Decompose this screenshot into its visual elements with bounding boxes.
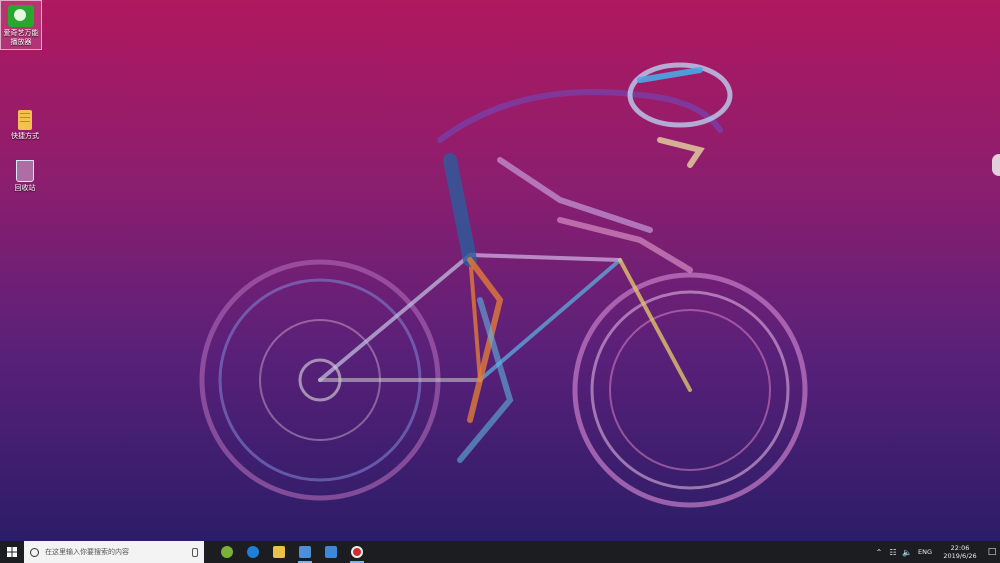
edge-icon (247, 546, 259, 558)
clock-time: 22:06 (950, 544, 970, 552)
search-placeholder: 在这里输入你要搜索的内容 (45, 548, 129, 556)
taskbar-app-control-panel[interactable] (292, 541, 318, 563)
desktop-icon-shortcut[interactable]: 快捷方式 (3, 110, 47, 141)
control-panel-icon (299, 546, 311, 558)
language-indicator[interactable]: ENG (914, 548, 936, 556)
360-browser-icon (221, 546, 233, 558)
taskbar-app-edge[interactable] (240, 541, 266, 563)
cortana-icon (30, 547, 39, 557)
taskbar-app-360-browser[interactable] (214, 541, 240, 563)
store-icon (325, 546, 337, 558)
iqiyi-player-icon (8, 5, 34, 27)
cyclist-wallpaper (199, 62, 808, 508)
start-button[interactable] (0, 541, 24, 563)
taskbar: 在这里输入你要搜索的内容 ⌃ ☷ 🔈 ENG 22:06 2019/6/26 □ (0, 541, 1000, 563)
chevron-up-icon[interactable]: ⌃ (872, 548, 886, 557)
taskbar-app-file-explorer[interactable] (266, 541, 292, 563)
microphone-icon[interactable] (192, 547, 198, 557)
system-tray: ⌃ ☷ 🔈 ENG 22:06 2019/6/26 □ (872, 541, 1000, 563)
rider (437, 62, 733, 463)
desktop-icon-iqiyi-player[interactable]: 爱奇艺万能播放器 (0, 0, 42, 50)
taskbar-search-box[interactable]: 在这里输入你要搜索的内容 (24, 541, 204, 563)
network-icon[interactable]: ☷ (886, 548, 900, 557)
clock[interactable]: 22:06 2019/6/26 (936, 544, 984, 560)
file-explorer-icon (273, 546, 285, 558)
desktop: 爱奇艺万能播放器 快捷方式 回收站 (0, 0, 1000, 541)
desktop-icon-recycle-bin[interactable]: 回收站 (3, 160, 47, 193)
taskbar-app-store[interactable] (318, 541, 344, 563)
screen-recorder-icon (351, 546, 363, 558)
taskbar-app-screen-recorder[interactable] (344, 541, 370, 563)
volume-icon[interactable]: 🔈 (900, 548, 914, 557)
clock-date: 2019/6/26 (943, 552, 977, 560)
recycle-bin-icon (16, 160, 34, 182)
side-panel-handle[interactable] (992, 154, 1000, 176)
desktop-icon-label: 爱奇艺万能播放器 (3, 29, 39, 46)
shortcut-file-icon (18, 110, 32, 130)
desktop-icon-label: 快捷方式 (11, 132, 39, 140)
windows-logo-icon (7, 547, 17, 557)
notification-center-icon[interactable]: □ (984, 547, 1000, 557)
desktop-icon-label: 回收站 (14, 184, 36, 192)
